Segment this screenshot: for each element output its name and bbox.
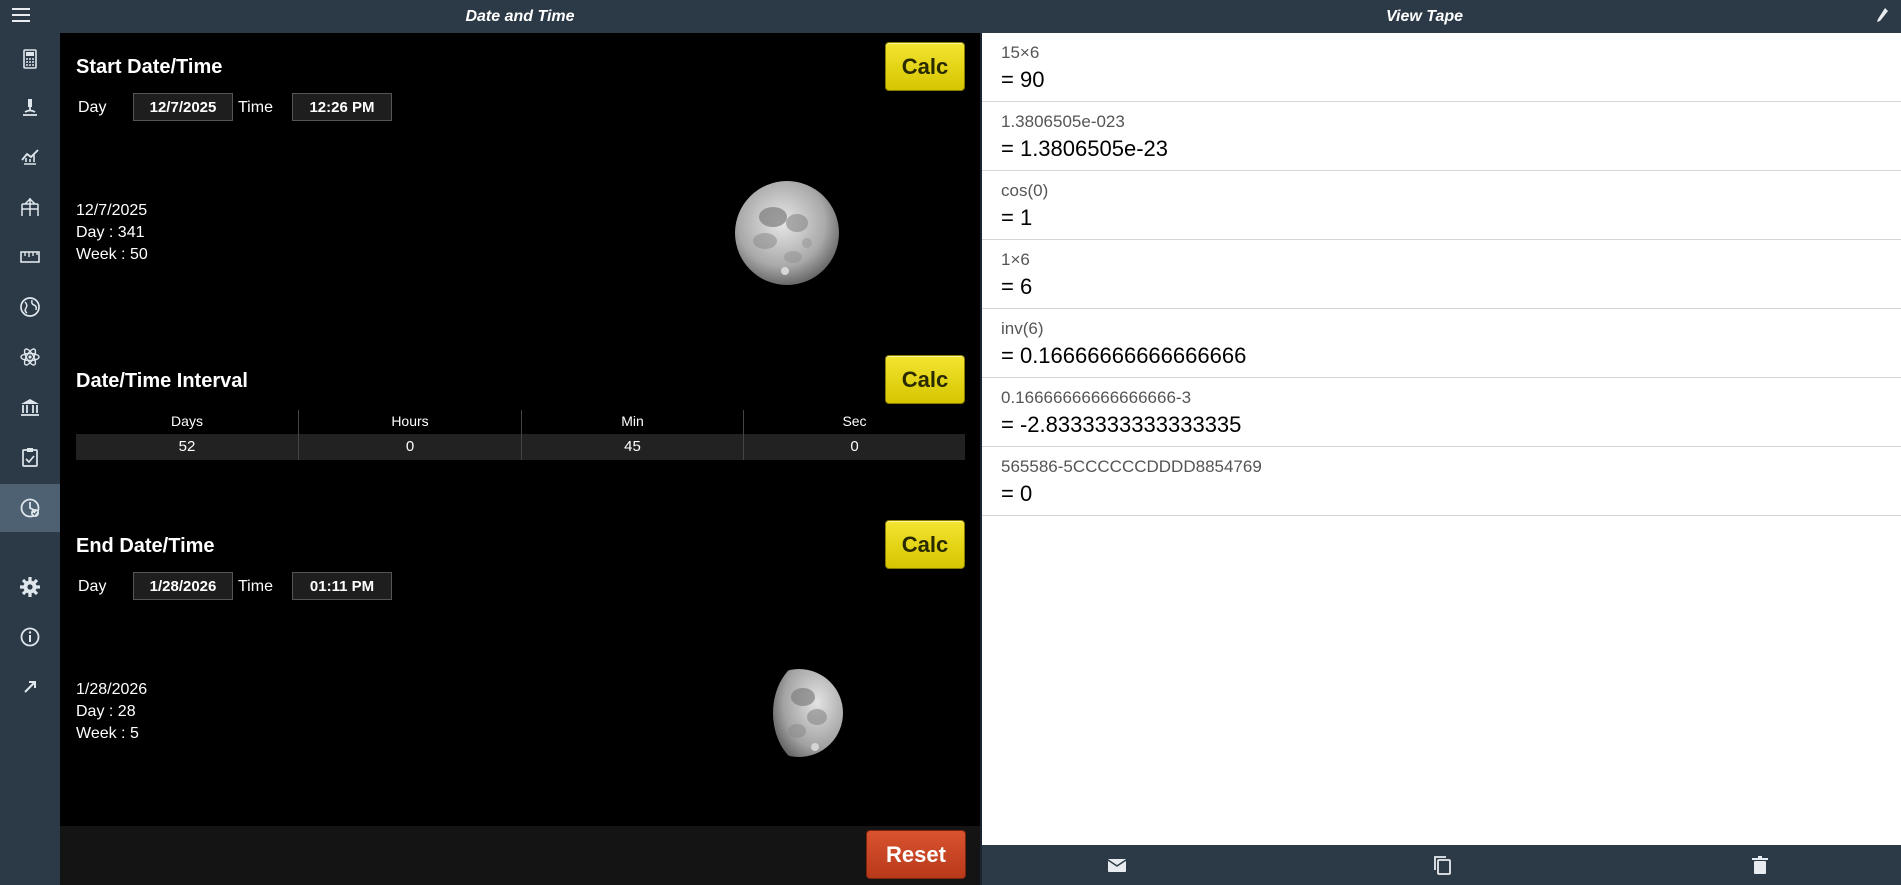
start-time-field[interactable]: 12:26 PM xyxy=(292,93,392,121)
end-calc-button[interactable]: Calc xyxy=(885,520,965,569)
email-icon[interactable] xyxy=(1105,853,1129,877)
start-day-field[interactable]: 12/7/2025 xyxy=(133,93,233,121)
ruler-icon[interactable] xyxy=(0,233,60,281)
start-section-title: Start Date/Time xyxy=(76,56,223,78)
atom-icon[interactable] xyxy=(0,333,60,381)
tape-entry[interactable]: 0.16666666666666666-3 = -2.8333333333333… xyxy=(982,378,1901,447)
end-day-of-year: Day : 28 xyxy=(76,703,136,720)
interval-min-column: Min 45 xyxy=(522,410,743,460)
start-date-line: 12/7/2025 xyxy=(76,202,148,219)
end-week-number: Week : 5 xyxy=(76,725,139,742)
sidebar xyxy=(0,33,60,885)
interval-days-header: Days xyxy=(171,413,203,429)
settings-icon[interactable] xyxy=(0,563,60,611)
tape-result: = 0.16666666666666666 xyxy=(1001,343,1247,368)
interval-sec-value[interactable]: 0 xyxy=(744,434,965,460)
tape-entry[interactable]: 565586-5CCCCCCDDDD8854769 = 0 xyxy=(982,447,1901,516)
end-date-line: 1/28/2026 xyxy=(76,681,148,698)
tape-expression: 15×6 xyxy=(1001,43,1040,62)
interval-days-value[interactable]: 52 xyxy=(76,434,298,460)
tape-result: = 1.3806505e-23 xyxy=(1001,136,1168,161)
tape-result: = -2.8333333333333335 xyxy=(1001,412,1242,437)
tape-list: 15×6 = 90 1.3806505e-023 = 1.3806505e-23… xyxy=(982,33,1901,845)
tape-expression: inv(6) xyxy=(1001,319,1044,338)
tape-result: = 0 xyxy=(1001,481,1033,506)
edit-pencil-icon[interactable] xyxy=(1875,7,1889,25)
page-title: Date and Time xyxy=(465,8,575,25)
tape-expression: 565586-5CCCCCCDDDD8854769 xyxy=(1001,457,1262,476)
tape-entry[interactable]: cos(0) = 1 xyxy=(982,171,1901,240)
trash-icon[interactable] xyxy=(1748,853,1772,877)
tape-entry[interactable]: 1×6 = 6 xyxy=(982,240,1901,309)
start-time-label: Time xyxy=(238,99,273,116)
tape-entry[interactable]: inv(6) = 0.16666666666666666 xyxy=(982,309,1901,378)
tape-result: = 90 xyxy=(1001,67,1045,92)
interval-min-value[interactable]: 45 xyxy=(522,434,743,460)
interval-calc-button[interactable]: Calc xyxy=(885,355,965,404)
copy-icon[interactable] xyxy=(1430,853,1454,877)
tape-entry[interactable]: 1.3806505e-023 = 1.3806505e-23 xyxy=(982,102,1901,171)
interval-sec-header: Sec xyxy=(842,413,867,429)
tape-title: View Tape xyxy=(1385,8,1464,25)
tape-footer-bar xyxy=(982,845,1901,885)
end-moon-phase-image xyxy=(773,669,843,757)
tape-result: = 1 xyxy=(1001,205,1033,230)
start-moon-phase-image xyxy=(735,181,839,285)
start-calc-button[interactable]: Calc xyxy=(885,42,965,91)
interval-min-header: Min xyxy=(621,413,644,429)
clipboard-icon[interactable] xyxy=(0,433,60,481)
tape-entry[interactable]: 15×6 = 90 xyxy=(982,33,1901,102)
microscope-icon[interactable] xyxy=(0,83,60,131)
end-day-field[interactable]: 1/28/2026 xyxy=(133,572,233,600)
tape-expression: cos(0) xyxy=(1001,181,1049,200)
end-section-title: End Date/Time xyxy=(76,535,215,557)
end-day-label: Day xyxy=(78,578,107,595)
interval-sec-column: Sec 0 xyxy=(744,410,965,460)
tape-expression: 0.16666666666666666-3 xyxy=(1001,388,1192,407)
tape-expression: 1.3806505e-023 xyxy=(1001,112,1125,131)
end-time-field[interactable]: 01:11 PM xyxy=(292,572,392,600)
interval-hours-value[interactable]: 0 xyxy=(299,434,521,460)
calculator-icon[interactable] xyxy=(0,35,60,83)
top-bar: Date and Time View Tape xyxy=(0,0,1901,33)
date-time-panel: Start Date/Time Calc Day 12/7/2025 Time … xyxy=(60,33,980,826)
interval-days-column: Days 52 xyxy=(76,410,298,460)
interval-table: Days 52 Hours 0 Min 45 Sec 0 xyxy=(76,410,965,460)
structure-icon[interactable] xyxy=(0,183,60,231)
globe-icon[interactable] xyxy=(0,283,60,331)
tape-expression: 1×6 xyxy=(1001,250,1030,269)
bank-icon[interactable] xyxy=(0,383,60,431)
external-link-icon[interactable] xyxy=(0,663,60,711)
start-week-number: Week : 50 xyxy=(76,246,148,263)
interval-hours-column: Hours 0 xyxy=(299,410,521,460)
interval-hours-header: Hours xyxy=(391,413,429,429)
left-footer-bar: Reset xyxy=(60,826,980,885)
end-time-label: Time xyxy=(238,578,273,595)
hamburger-menu-icon[interactable] xyxy=(12,8,30,24)
start-day-of-year: Day : 341 xyxy=(76,224,145,241)
interval-section-title: Date/Time Interval xyxy=(76,370,248,392)
info-icon[interactable] xyxy=(0,613,60,661)
date-time-icon[interactable] xyxy=(0,484,60,532)
start-day-label: Day xyxy=(78,99,107,116)
finance-icon[interactable] xyxy=(0,133,60,181)
reset-button[interactable]: Reset xyxy=(866,830,966,879)
tape-result: = 6 xyxy=(1001,274,1033,299)
